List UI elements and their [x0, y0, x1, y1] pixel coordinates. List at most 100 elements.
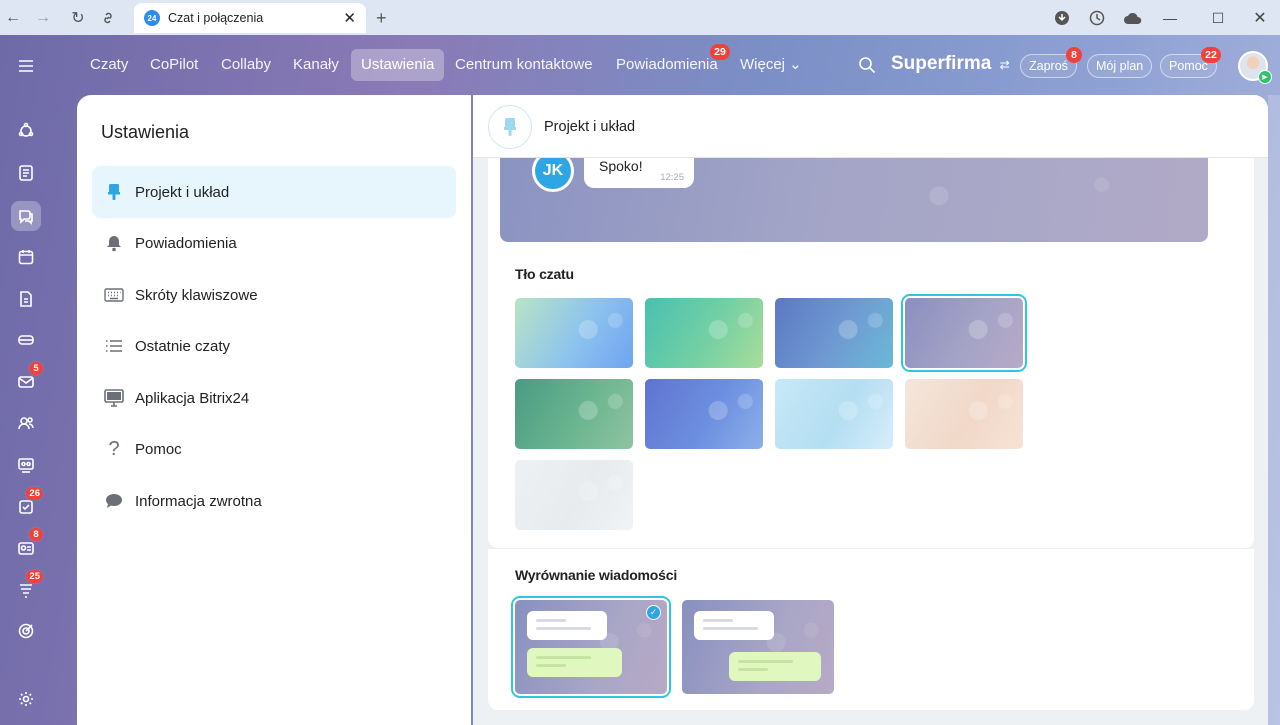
background-swatch[interactable]: [775, 379, 893, 449]
panel-title: Projekt i układ: [544, 119, 636, 135]
crm-icon[interactable]: 8: [11, 527, 44, 563]
forward-icon[interactable]: →: [33, 8, 53, 28]
document-icon[interactable]: [11, 284, 41, 314]
settings-item-label: Projekt i układ: [135, 183, 230, 201]
menu-icon[interactable]: [11, 51, 41, 81]
preview-message-time: 12:25: [660, 172, 684, 183]
invite-badge: 8: [1066, 47, 1082, 63]
top-navigation: Czaty CoPilot Collaby Kanały Ustawienia …: [52, 35, 1280, 95]
background-pattern: [645, 379, 763, 449]
settings-item-recent-chats[interactable]: Ostatnie czaty: [92, 320, 456, 372]
nav-item-notifications[interactable]: Powiadomienia 29: [606, 44, 730, 81]
reload-icon[interactable]: ↻: [68, 8, 88, 28]
activity-stream-icon[interactable]: 25: [11, 569, 44, 605]
settings-item-label: Powiadomienia: [135, 234, 237, 252]
settings-sidebar: Ustawienia Projekt i układ Powiadomienia…: [77, 95, 471, 725]
user-avatar[interactable]: ▶: [1238, 51, 1272, 84]
scrollbar[interactable]: [1268, 95, 1280, 725]
alignment-option-left[interactable]: ✓: [511, 596, 671, 698]
brush-icon: [103, 181, 125, 203]
help-badge: 22: [1201, 47, 1221, 63]
keyboard-icon: [103, 284, 125, 306]
crm-badge: 8: [28, 527, 44, 542]
background-pattern: [775, 298, 893, 368]
employees-icon[interactable]: [11, 408, 41, 438]
background-swatch[interactable]: [901, 294, 1027, 372]
nav-item-channels[interactable]: Kanały: [283, 49, 349, 81]
settings-item-label: Skróty klawiszowe: [135, 286, 258, 304]
goals-icon[interactable]: [11, 616, 41, 646]
background-pattern: [905, 298, 1023, 368]
close-tab-icon[interactable]: ✕: [343, 9, 356, 27]
chat-icon[interactable]: [11, 201, 41, 231]
history-icon[interactable]: [1087, 8, 1107, 28]
chat-preview: JK Spoko! 12:25: [500, 158, 1208, 242]
maximize-icon[interactable]: ☐: [1208, 8, 1228, 28]
alignment-section-title: Wyrównanie wiadomości: [515, 567, 678, 583]
workgroups-icon[interactable]: [11, 450, 41, 480]
close-window-icon[interactable]: ✕: [1250, 8, 1270, 28]
background-swatch[interactable]: [905, 379, 1023, 449]
nav-item-settings[interactable]: Ustawienia: [351, 49, 445, 81]
nav-item-more[interactable]: Więcej ⌄: [730, 49, 812, 81]
nav-item-collaby[interactable]: Collaby: [211, 49, 281, 81]
background-swatch[interactable]: [515, 298, 633, 368]
feed-badge: 25: [25, 569, 44, 584]
preview-message: Spoko! 12:25: [584, 158, 694, 188]
selected-check-icon: ✓: [646, 605, 661, 620]
nav-item-copilot[interactable]: CoPilot: [140, 49, 208, 81]
outgoing-bubble: [729, 652, 821, 681]
settings-item-shortcuts[interactable]: Skróty klawiszowe: [92, 269, 456, 321]
settings-item-feedback[interactable]: Informacja zwrotna: [92, 475, 456, 527]
help-label: Pomoc: [1169, 59, 1208, 73]
background-swatch[interactable]: [515, 460, 633, 530]
background-swatch[interactable]: [775, 298, 893, 368]
new-tab-icon[interactable]: +: [376, 8, 387, 29]
monitor-icon: [103, 387, 125, 409]
feed-doc-icon[interactable]: [11, 158, 41, 188]
background-swatch[interactable]: [515, 379, 633, 449]
background-pattern: [645, 298, 763, 368]
bell-icon: [103, 232, 125, 254]
settings-item-help[interactable]: ? Pomoc: [92, 423, 456, 475]
minimize-icon[interactable]: —: [1160, 8, 1180, 28]
nav-item-chats[interactable]: Czaty: [80, 49, 138, 81]
drive-icon[interactable]: [11, 325, 41, 355]
search-icon[interactable]: [858, 56, 876, 77]
swap-icon: ⇄: [999, 58, 1010, 72]
incoming-bubble: [527, 611, 607, 640]
list-icon: [103, 335, 125, 357]
invite-button[interactable]: Zaproś 8: [1020, 47, 1082, 78]
download-icon[interactable]: [1052, 8, 1072, 28]
preview-message-text: Spoko!: [599, 158, 643, 174]
design-settings-panel: Projekt i układ JK Spoko! 12:25 Tło czat…: [473, 95, 1268, 725]
panel-header: Projekt i układ: [473, 95, 1268, 158]
alignment-option-right[interactable]: [682, 600, 834, 694]
company-name-label: Superfirma: [891, 53, 992, 74]
incoming-bubble: [694, 611, 774, 640]
my-plan-button[interactable]: Mój plan: [1087, 54, 1153, 78]
background-swatch[interactable]: [645, 379, 763, 449]
settings-item-label: Ostatnie czaty: [135, 337, 231, 355]
tasks-icon[interactable]: 26: [11, 486, 44, 522]
browser-tab[interactable]: 24 Czat i połączenia ✕: [134, 3, 366, 33]
cloud-icon[interactable]: [1123, 8, 1143, 28]
bitrix-favicon-icon: 24: [144, 10, 160, 26]
settings-item-notifications[interactable]: Powiadomienia: [92, 217, 456, 269]
link-icon[interactable]: [98, 8, 118, 28]
nav-item-contact-center[interactable]: Centrum kontaktowe: [445, 49, 603, 81]
background-pattern: [515, 379, 633, 449]
settings-item-design[interactable]: Projekt i układ: [92, 166, 456, 218]
mail-icon[interactable]: 5: [11, 361, 44, 397]
brush-icon: [488, 105, 532, 149]
tasks-badge: 26: [25, 486, 44, 501]
help-button[interactable]: Pomoc 22: [1160, 47, 1221, 78]
calendar-icon[interactable]: [11, 242, 41, 272]
settings-item-app[interactable]: Aplikacja Bitrix24: [92, 372, 456, 424]
background-swatch[interactable]: [645, 298, 763, 368]
company-name[interactable]: Superfirma ⇄: [891, 53, 1010, 75]
copilot-icon[interactable]: [11, 116, 41, 146]
settings-gear-icon[interactable]: [11, 684, 41, 714]
settings-title: Ustawienia: [101, 122, 190, 142]
back-icon[interactable]: ←: [3, 8, 23, 28]
